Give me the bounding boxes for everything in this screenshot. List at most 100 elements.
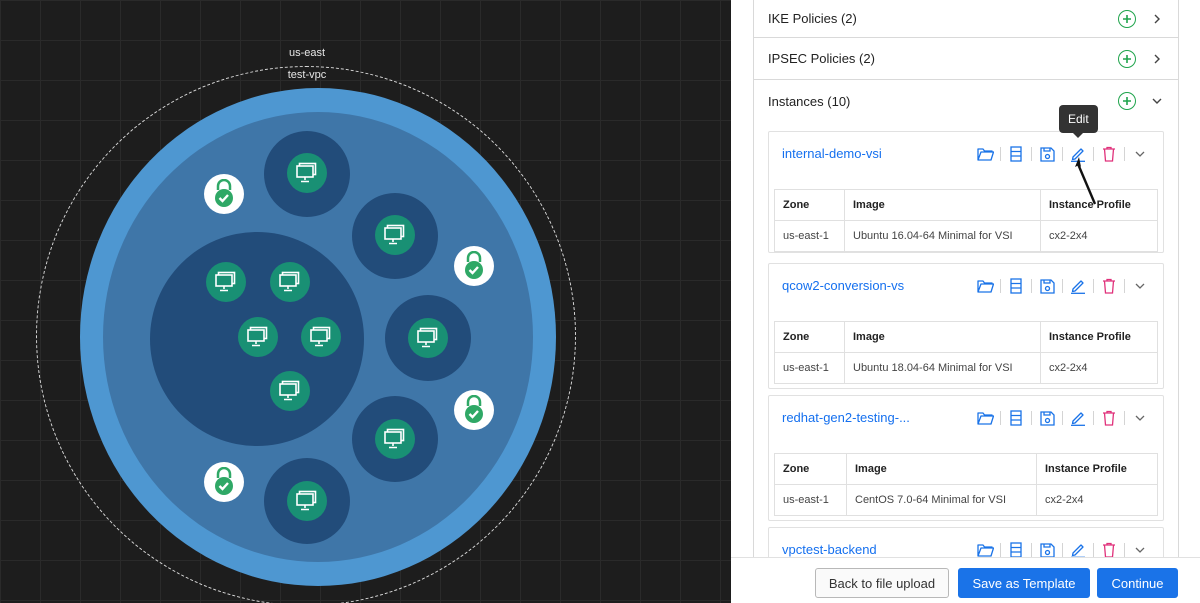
trash-icon[interactable] — [1099, 540, 1119, 557]
storage-icon[interactable] — [1006, 408, 1026, 428]
divider — [1062, 147, 1063, 161]
chevron-down-icon[interactable] — [1130, 408, 1150, 428]
trash-icon[interactable] — [1099, 408, 1119, 428]
divider — [1124, 147, 1125, 161]
divider — [1124, 543, 1125, 557]
monitor-icon — [296, 162, 317, 183]
vsi-node[interactable] — [206, 262, 246, 302]
table-header-row: Zone Image Instance Profile — [774, 453, 1158, 485]
vsi-node[interactable] — [408, 318, 448, 358]
lock-check-icon — [215, 467, 233, 495]
plus-circle-icon[interactable] — [1118, 92, 1136, 110]
monitor-icon — [279, 380, 300, 401]
monitor-icon — [384, 428, 405, 449]
save-icon[interactable] — [1037, 276, 1057, 296]
divider — [1000, 279, 1001, 293]
save-as-template-button[interactable]: Save as Template — [958, 568, 1090, 598]
folder-icon[interactable] — [975, 540, 995, 557]
save-icon[interactable] — [1037, 540, 1057, 557]
zone-cell: us-east-1 — [774, 220, 845, 252]
section-ike-policies[interactable]: IKE Policies (2) — [754, 0, 1178, 38]
vsi-node[interactable] — [270, 262, 310, 302]
image-cell: Ubuntu 16.04-64 Minimal for VSI — [844, 220, 1041, 252]
trash-icon[interactable] — [1099, 276, 1119, 296]
monitor-icon — [384, 224, 405, 245]
trash-icon[interactable] — [1099, 144, 1119, 164]
instance-name-link[interactable]: redhat-gen2-testing-... — [782, 410, 910, 425]
chevron-down-icon[interactable] — [1130, 540, 1150, 557]
chevron-down-icon[interactable] — [1130, 276, 1150, 296]
security-group-node[interactable] — [454, 390, 494, 430]
edit-icon[interactable] — [1068, 540, 1088, 557]
monitor-icon — [310, 326, 331, 347]
column-header: Instance Profile — [1040, 321, 1158, 353]
instance-card: vpctest-backend — [768, 527, 1164, 557]
chevron-down-icon[interactable] — [1150, 94, 1164, 108]
edit-tooltip: Edit — [1059, 105, 1098, 138]
edit-icon[interactable] — [1068, 408, 1088, 428]
storage-icon[interactable] — [1006, 276, 1026, 296]
folder-icon[interactable] — [975, 144, 995, 164]
vsi-node[interactable] — [287, 153, 327, 193]
divider — [1062, 279, 1063, 293]
column-header: Zone — [774, 189, 845, 221]
save-icon[interactable] — [1037, 144, 1057, 164]
security-group-node[interactable] — [454, 246, 494, 286]
network-diagram-canvas[interactable]: us-east test-vpc — [0, 0, 731, 603]
vsi-node[interactable] — [375, 419, 415, 459]
instance-details-table: Zone Image Instance Profile us-east-1 Ce… — [774, 453, 1158, 516]
footer-bar: Back to file upload Save as Template Con… — [731, 557, 1200, 603]
column-header: Zone — [774, 453, 847, 485]
divider — [1062, 543, 1063, 557]
column-header: Image — [844, 321, 1041, 353]
chevron-right-icon[interactable] — [1150, 12, 1164, 26]
plus-circle-icon[interactable] — [1118, 9, 1136, 28]
section-instances[interactable]: Instances (10) — [754, 80, 1178, 122]
continue-button[interactable]: Continue — [1097, 568, 1178, 598]
instance-name-link[interactable]: internal-demo-vsi — [782, 146, 882, 161]
plus-circle-icon[interactable] — [1118, 49, 1136, 68]
instance-card: internal-demo-vsi Zone Image Instance Pr… — [768, 131, 1164, 253]
column-header: Instance Profile — [1036, 453, 1158, 485]
section-ipsec-policies[interactable]: IPSEC Policies (2) — [754, 38, 1178, 80]
monitor-icon — [279, 271, 300, 292]
monitor-icon — [215, 271, 236, 292]
column-header: Instance Profile — [1040, 189, 1158, 221]
back-to-file-upload-button[interactable]: Back to file upload — [815, 568, 949, 598]
edit-icon[interactable] — [1068, 276, 1088, 296]
monitor-icon — [247, 326, 268, 347]
table-header-row: Zone Image Instance Profile — [774, 321, 1158, 353]
zone-cell: us-east-1 — [774, 352, 845, 384]
resource-list[interactable]: IKE Policies (2) IPSEC Policies (2) Inst… — [753, 0, 1179, 557]
divider — [1031, 279, 1032, 293]
divider — [1031, 147, 1032, 161]
divider — [1031, 543, 1032, 557]
instance-details-table: Zone Image Instance Profile us-east-1 Ub… — [774, 189, 1158, 252]
storage-icon[interactable] — [1006, 540, 1026, 557]
instance-name-link[interactable]: vpctest-backend — [782, 542, 877, 557]
divider — [1093, 279, 1094, 293]
save-icon[interactable] — [1037, 408, 1057, 428]
vsi-node[interactable] — [375, 215, 415, 255]
zone-cell: us-east-1 — [774, 484, 847, 516]
folder-icon[interactable] — [975, 408, 995, 428]
divider — [1031, 411, 1032, 425]
instance-name-link[interactable]: qcow2-conversion-vs — [782, 278, 904, 293]
security-group-node[interactable] — [204, 174, 244, 214]
vsi-node[interactable] — [238, 317, 278, 357]
storage-icon[interactable] — [1006, 144, 1026, 164]
column-header: Image — [844, 189, 1041, 221]
chevron-down-icon[interactable] — [1130, 144, 1150, 164]
column-header: Image — [846, 453, 1037, 485]
lock-check-icon — [215, 179, 233, 207]
vsi-node[interactable] — [301, 317, 341, 357]
vsi-node[interactable] — [270, 371, 310, 411]
instance-actions — [975, 276, 1150, 296]
folder-icon[interactable] — [975, 276, 995, 296]
security-group-node[interactable] — [204, 462, 244, 502]
lock-check-icon — [465, 251, 483, 279]
divider — [1000, 543, 1001, 557]
vsi-node[interactable] — [287, 481, 327, 521]
divider — [1093, 411, 1094, 425]
chevron-right-icon[interactable] — [1150, 52, 1164, 66]
